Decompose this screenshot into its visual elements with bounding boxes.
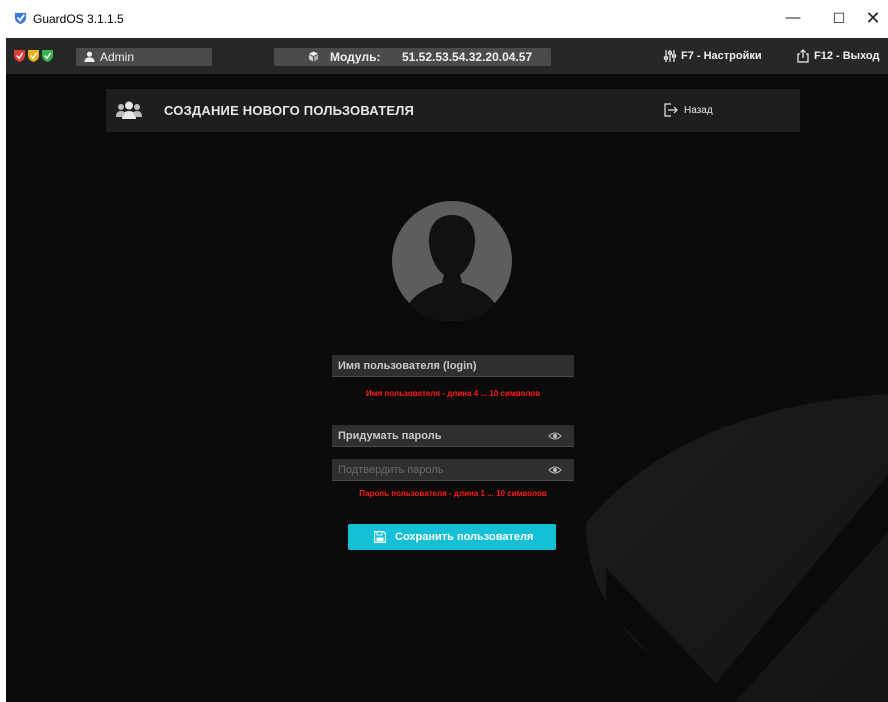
shield-green-icon (42, 50, 53, 62)
login-input[interactable] (332, 355, 574, 377)
top-status-bar: Admin Модуль: 51.52.53.54.32.20.04.57 F7… (6, 38, 888, 74)
back-label: Назад (684, 105, 713, 116)
eye-icon[interactable] (548, 431, 562, 441)
settings-button[interactable]: F7 - Настройки (663, 49, 763, 65)
page-title: СОЗДАНИЕ НОВОГО ПОЛЬЗОВАТЕЛЯ (164, 103, 415, 118)
guardos-watermark-logo (586, 394, 888, 702)
confirm-password-input[interactable] (332, 459, 574, 481)
users-icon (116, 101, 142, 119)
shield-red-icon (14, 50, 25, 62)
login-error-message: Имя пользователя - длина 4 ... 10 символ… (365, 389, 541, 398)
save-user-button[interactable]: Сохранить пользователя (348, 524, 556, 550)
maximize-button[interactable]: ☐ (824, 6, 854, 30)
status-shields (14, 50, 53, 62)
app-window: GuardOS 3.1.1.5 — ☐ ✕ Admin Модуль: 51.5… (6, 0, 888, 702)
exit-button[interactable]: F12 - Выход (796, 49, 886, 65)
window-title: GuardOS 3.1.1.5 (33, 12, 124, 26)
password-input[interactable] (332, 425, 574, 447)
share-exit-icon (797, 49, 809, 63)
module-id: 51.52.53.54.32.20.04.57 (402, 50, 533, 64)
user-icon (84, 51, 95, 62)
current-user-name: Admin (100, 50, 135, 64)
eye-icon[interactable] (548, 465, 562, 475)
user-silhouette-icon (408, 215, 496, 321)
floppy-disk-icon (374, 531, 386, 543)
sign-out-icon (664, 103, 678, 117)
current-user-chip[interactable]: Admin (76, 48, 212, 66)
module-chip: Модуль: 51.52.53.54.32.20.04.57 (274, 48, 551, 66)
module-label: Модуль: (330, 50, 381, 64)
sliders-icon (663, 50, 677, 62)
settings-label: F7 - Настройки (681, 50, 762, 62)
password-error-message: Пароль пользователя - длина 1 ... 10 сим… (359, 489, 547, 498)
app-content: Admin Модуль: 51.52.53.54.32.20.04.57 F7… (6, 38, 888, 702)
shield-yellow-icon (28, 50, 39, 62)
avatar-placeholder (392, 201, 512, 321)
save-user-label: Сохранить пользователя (395, 531, 534, 543)
page-header: СОЗДАНИЕ НОВОГО ПОЛЬЗОВАТЕЛЯ Назад (106, 89, 800, 132)
exit-label: F12 - Выход (814, 50, 880, 62)
guardos-logo-icon (14, 12, 27, 25)
close-button[interactable]: ✕ (858, 6, 888, 30)
minimize-button[interactable]: — (778, 6, 808, 30)
back-button[interactable]: Назад (664, 103, 744, 119)
cube-icon (308, 51, 319, 62)
window-titlebar: GuardOS 3.1.1.5 — ☐ ✕ (6, 0, 888, 38)
